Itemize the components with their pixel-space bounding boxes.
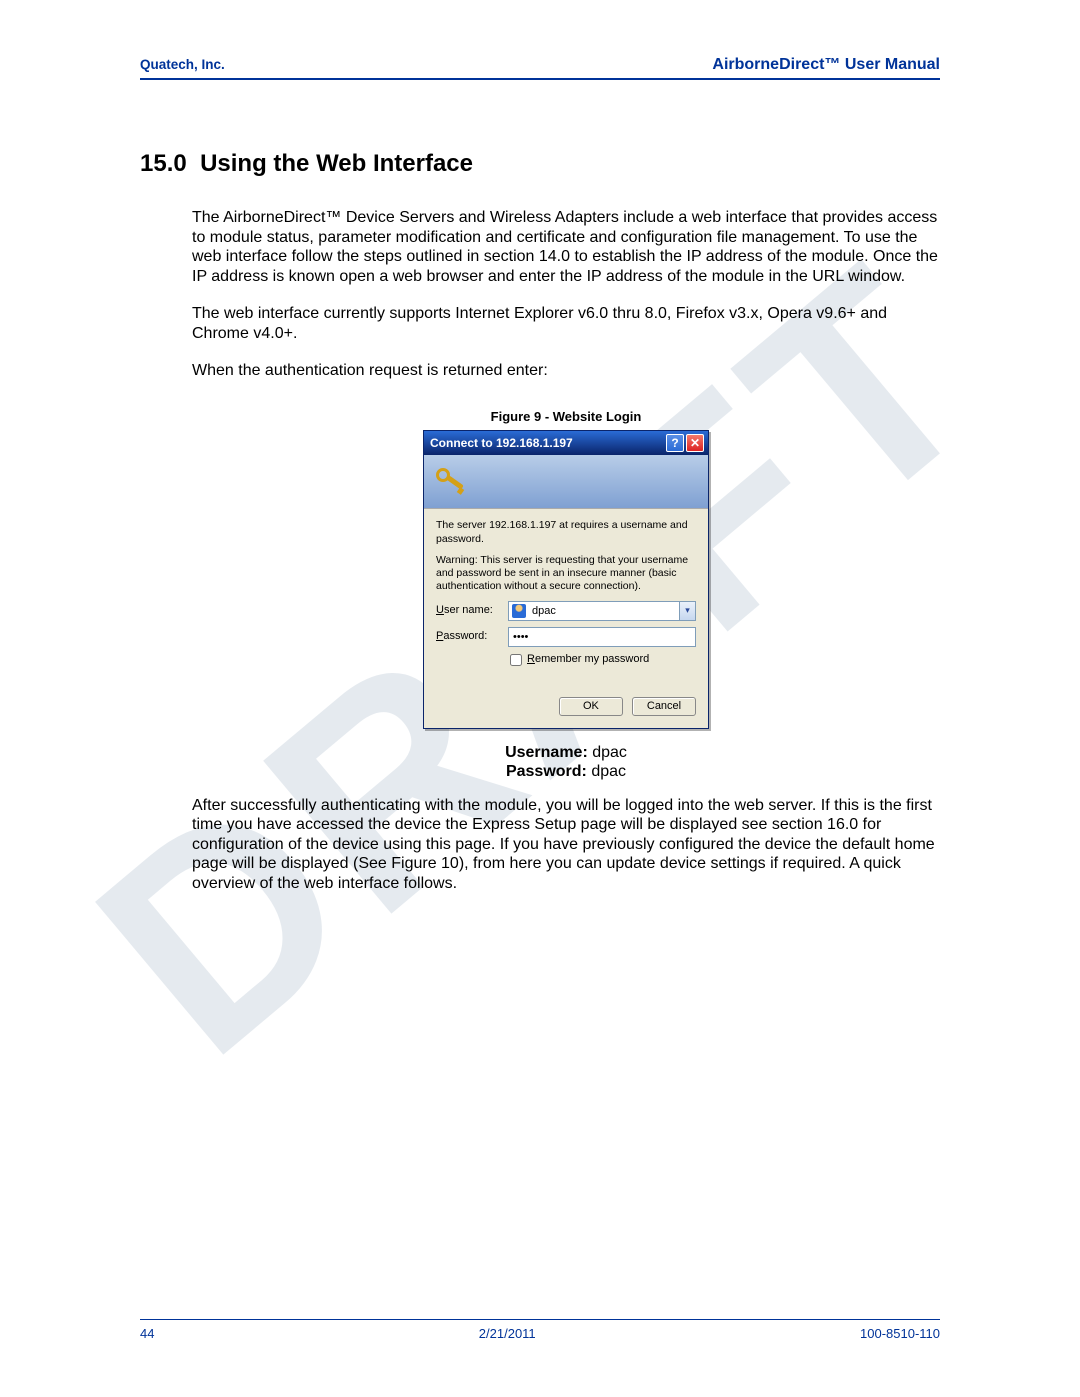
close-icon[interactable]: ✕: [686, 434, 704, 452]
remember-password-label: Remember my password: [527, 653, 649, 666]
password-field-wrap[interactable]: [508, 627, 696, 647]
section-number: 15.0: [140, 150, 187, 177]
user-icon: [512, 604, 526, 618]
password-input[interactable]: [509, 631, 695, 643]
dialog-body: The server 192.168.1.197 at requires a u…: [424, 509, 708, 727]
body-text: The AirborneDirect™ Device Servers and W…: [192, 208, 940, 894]
header-manual-title: AirborneDirect™ User Manual: [712, 56, 940, 74]
login-dialog: Connect to 192.168.1.197 ? ✕ The server …: [423, 430, 709, 728]
username-input[interactable]: [528, 605, 679, 617]
paragraph-4: After successfully authenticating with t…: [192, 796, 940, 894]
section-heading: 15.0 Using the Web Interface: [140, 150, 940, 178]
chevron-down-icon[interactable]: ▾: [679, 602, 695, 620]
dialog-titlebar[interactable]: Connect to 192.168.1.197 ? ✕: [424, 431, 708, 455]
paragraph-3: When the authentication request is retur…: [192, 361, 940, 381]
remember-password-row: Remember my password: [510, 653, 696, 666]
dialog-message-2: Warning: This server is requesting that …: [436, 554, 696, 593]
credentials-block: Username: dpac Password: dpac: [192, 743, 940, 782]
help-icon[interactable]: ?: [666, 434, 684, 452]
ok-button[interactable]: OK: [559, 697, 623, 716]
page-header: Quatech, Inc. AirborneDirect™ User Manua…: [140, 56, 940, 80]
credentials-username-value: dpac: [592, 744, 627, 761]
password-row: Password:: [436, 627, 696, 647]
header-company: Quatech, Inc.: [140, 57, 225, 72]
paragraph-1: The AirborneDirect™ Device Servers and W…: [192, 208, 940, 286]
dialog-title: Connect to 192.168.1.197: [430, 436, 664, 451]
password-label: Password:: [436, 630, 508, 643]
credentials-password-value: dpac: [591, 763, 626, 780]
figure-caption: Figure 9 - Website Login: [192, 409, 940, 425]
dialog-buttons: OK Cancel: [436, 681, 696, 716]
remember-password-checkbox[interactable]: [510, 654, 522, 666]
section-title-text: Using the Web Interface: [200, 150, 473, 177]
credentials-username-label: Username:: [505, 744, 588, 761]
username-label: User name:: [436, 604, 508, 617]
paragraph-2: The web interface currently supports Int…: [192, 304, 940, 343]
keys-icon: [434, 464, 470, 500]
cancel-button[interactable]: Cancel: [632, 697, 696, 716]
footer-doc-number: 100-8510-110: [860, 1326, 940, 1341]
username-row: User name: ▾: [436, 601, 696, 621]
credentials-password-label: Password:: [506, 763, 587, 780]
footer-date: 2/21/2011: [479, 1326, 536, 1341]
page-footer: 44 2/21/2011 100-8510-110: [140, 1319, 940, 1341]
dialog-banner: [424, 455, 708, 509]
dialog-message-1: The server 192.168.1.197 at requires a u…: [436, 519, 696, 545]
page-content: Quatech, Inc. AirborneDirect™ User Manua…: [0, 0, 1080, 894]
username-combobox[interactable]: ▾: [508, 601, 696, 621]
footer-page-number: 44: [140, 1326, 154, 1341]
